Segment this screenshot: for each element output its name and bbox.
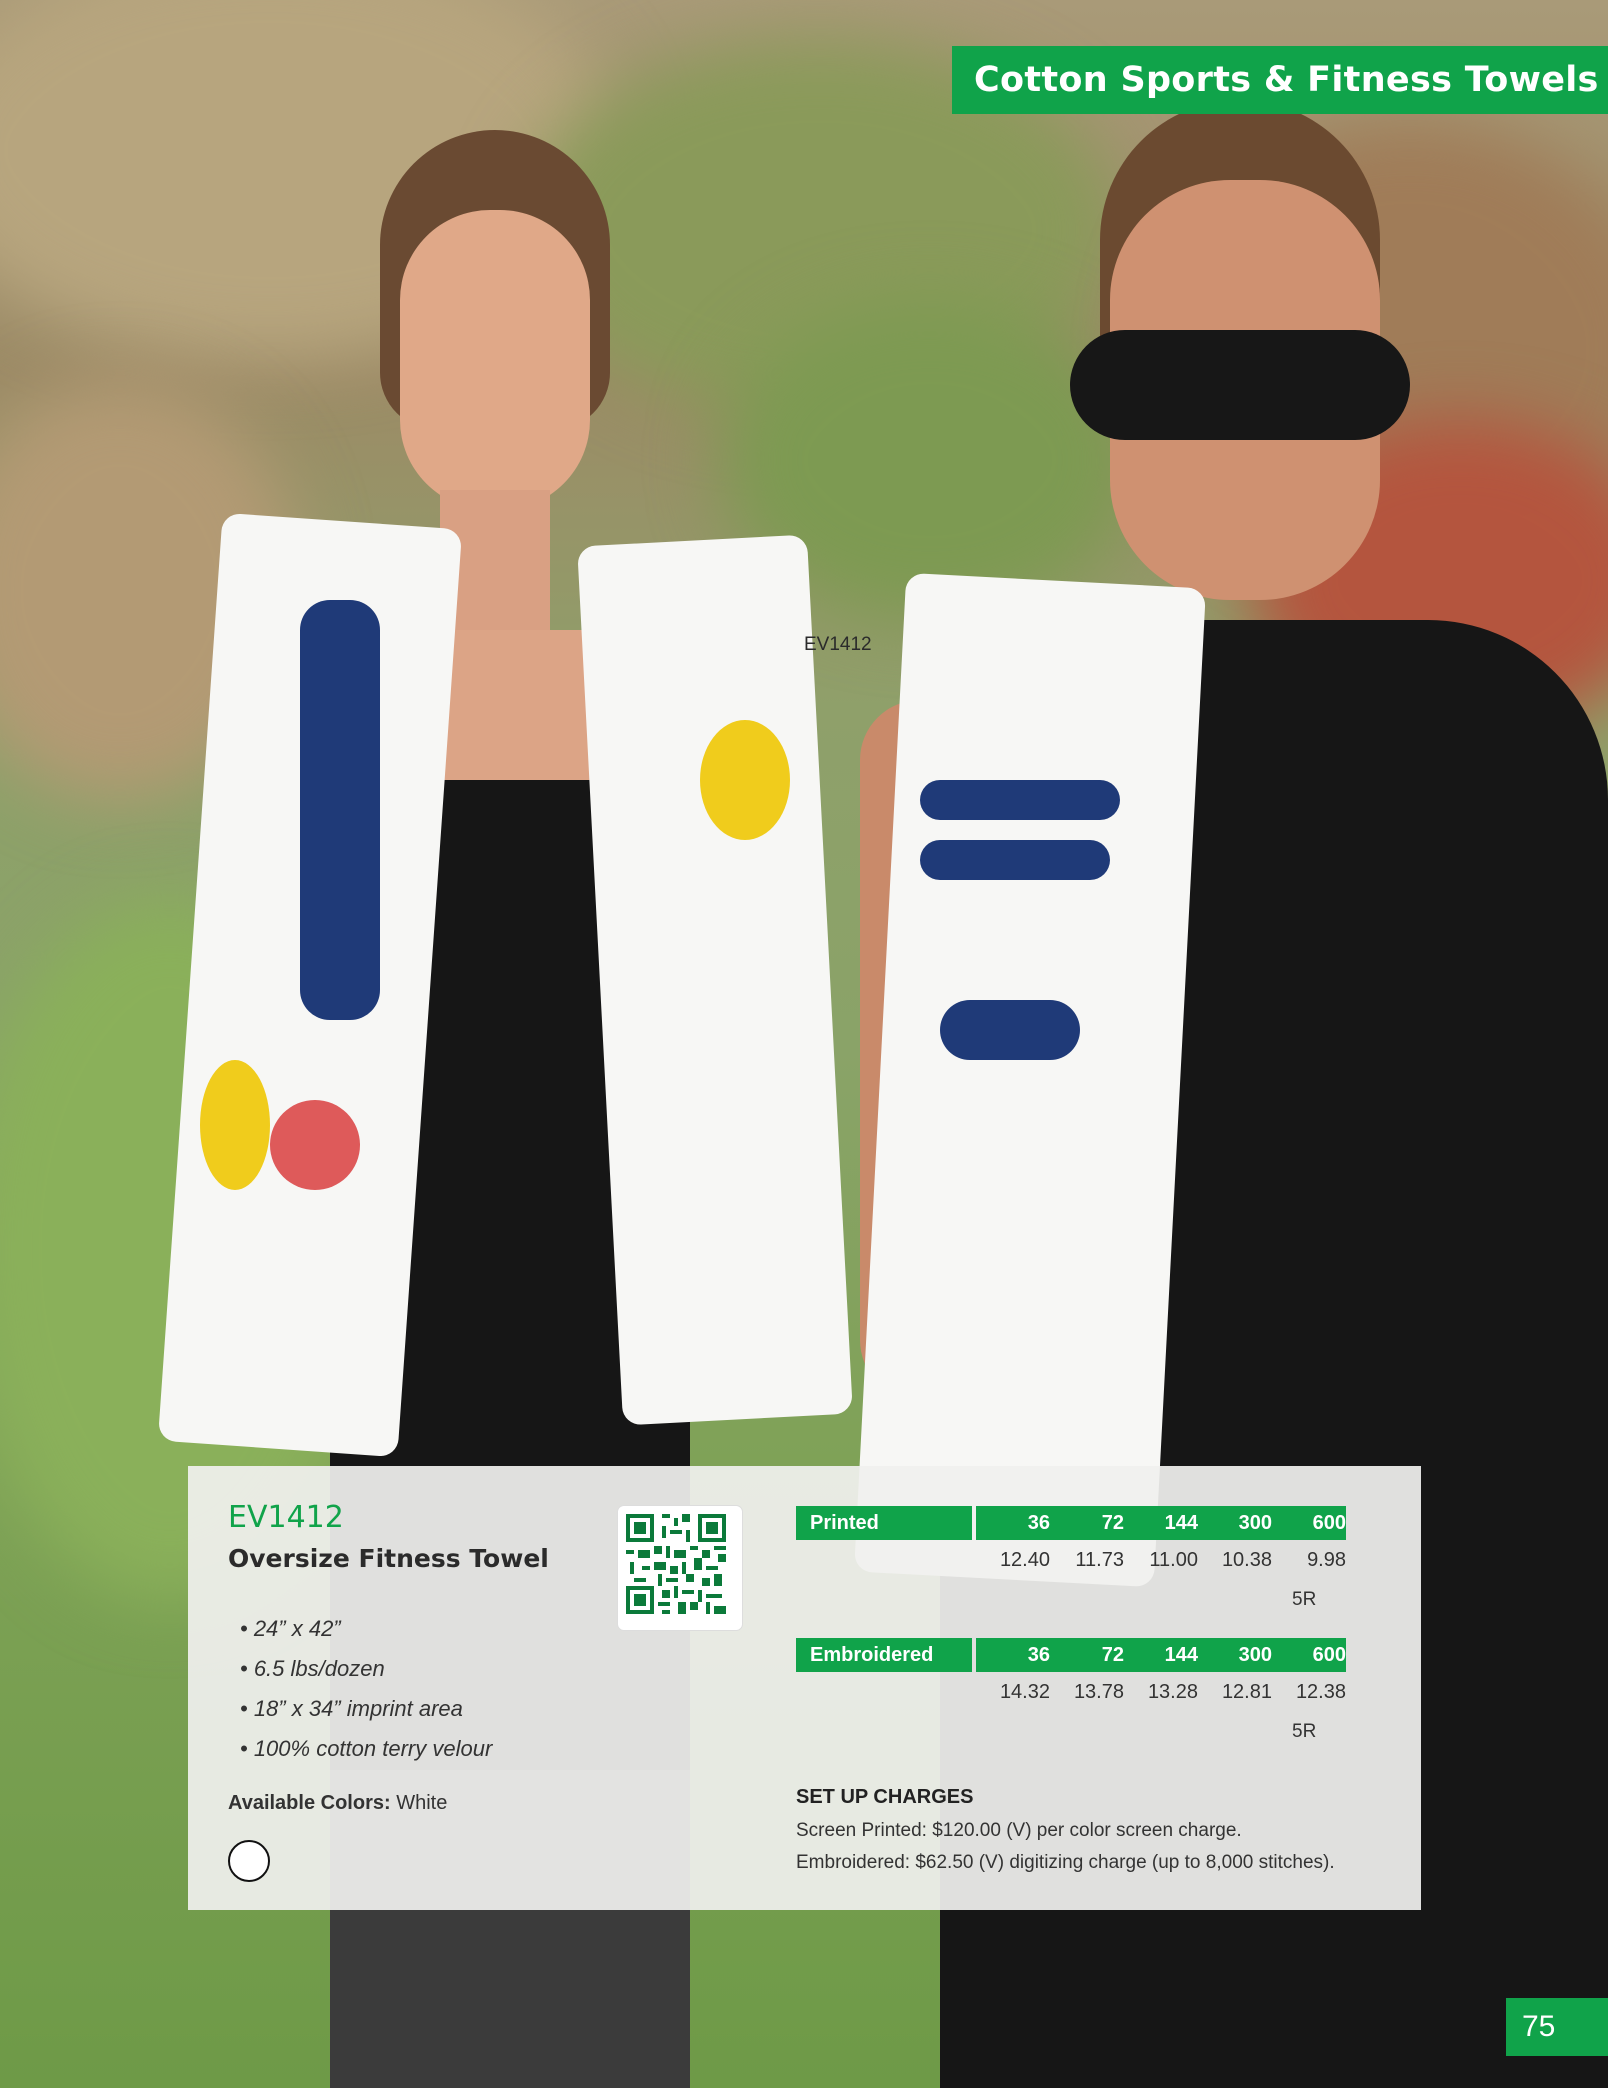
feature-item: • 6.5 lbs/dozen [240,1656,385,1681]
qty-cell: 300 [1238,1512,1272,1534]
qty-cell: 600 [1312,1644,1346,1666]
embroidered-label: Embroidered [796,1638,972,1672]
qty-cell: 72 [1101,1512,1124,1534]
photo-product-label: EV1412 [804,634,872,655]
printed-price-table: Printed 36 72 144 300 600 12.40 11.73 11… [796,1506,1346,1620]
printed-price-header: Printed 36 72 144 300 600 [796,1506,1346,1540]
qty-cell: 72 [1101,1644,1124,1666]
price-cell: 9.98 [1307,1549,1346,1571]
product-code: EV1412 [228,1500,344,1535]
price-cell: 11.73 [1075,1549,1124,1571]
section-title-band: Cotton Sports & Fitness Towels [952,46,1608,114]
price-cell: 10.38 [1221,1549,1272,1571]
qty-cell: 600 [1312,1512,1346,1534]
price-cell: 13.28 [1147,1681,1198,1703]
setup-charge-line: Embroidered: $62.50 (V) digitizing charg… [796,1852,1335,1873]
qty-cell: 144 [1164,1644,1198,1666]
price-cell: 13.78 [1073,1681,1124,1703]
product-panel: EV1412 Oversize Fitness Towel • 24” x 42… [188,1466,1421,1910]
page-number-badge: 75 [1506,1998,1608,2056]
page-number: 75 [1522,2010,1556,2043]
section-title: Cotton Sports & Fitness Towels [974,60,1599,100]
color-swatch-white[interactable] [228,1840,270,1882]
available-colors-value: White [396,1792,448,1814]
towel-woman-right [577,534,853,1426]
available-colors: Available Colors: White [228,1792,447,1815]
embroidered-price-table: Embroidered 36 72 144 300 600 14.32 13.7… [796,1638,1346,1752]
feature-list: • 24” x 42” • 6.5 lbs/dozen • 18” x 34” … [240,1609,492,1769]
feature-item: • 100% cotton terry velour [240,1736,493,1761]
price-cell: 12.81 [1221,1681,1272,1703]
setup-charge-line: Screen Printed: $120.00 (V) per color sc… [796,1820,1242,1841]
setup-charges: SET UP CHARGES Screen Printed: $120.00 (… [796,1786,1396,1879]
printed-price-code-row: 5R [796,1580,1346,1620]
price-cell: 12.40 [999,1549,1050,1571]
available-colors-label: Available Colors: [228,1792,391,1814]
product-name: Oversize Fitness Towel [228,1544,549,1573]
towel-man [854,572,1206,1588]
qty-cell: 36 [1027,1644,1050,1666]
qty-cell: 36 [1027,1512,1050,1534]
price-code: 5R [1292,1721,1317,1742]
price-cell: 14.32 [999,1681,1050,1703]
embroidered-price-code-row: 5R [796,1712,1346,1752]
embroidered-price-row: 14.32 13.78 13.28 12.81 12.38 [796,1672,1346,1712]
embroidered-price-header: Embroidered 36 72 144 300 600 [796,1638,1346,1672]
feature-item: • 18” x 34” imprint area [240,1696,463,1721]
qty-cell: 300 [1238,1644,1272,1666]
feature-item: • 24” x 42” [240,1616,341,1641]
price-cell: 12.38 [1295,1681,1346,1703]
price-cell: 11.00 [1149,1549,1198,1571]
printed-label: Printed [796,1506,972,1540]
price-code: 5R [1292,1589,1317,1610]
qr-code-icon[interactable] [618,1506,742,1630]
qty-cell: 144 [1164,1512,1198,1534]
printed-price-row: 12.40 11.73 11.00 10.38 9.98 [796,1540,1346,1580]
setup-charges-title: SET UP CHARGES [796,1786,974,1808]
